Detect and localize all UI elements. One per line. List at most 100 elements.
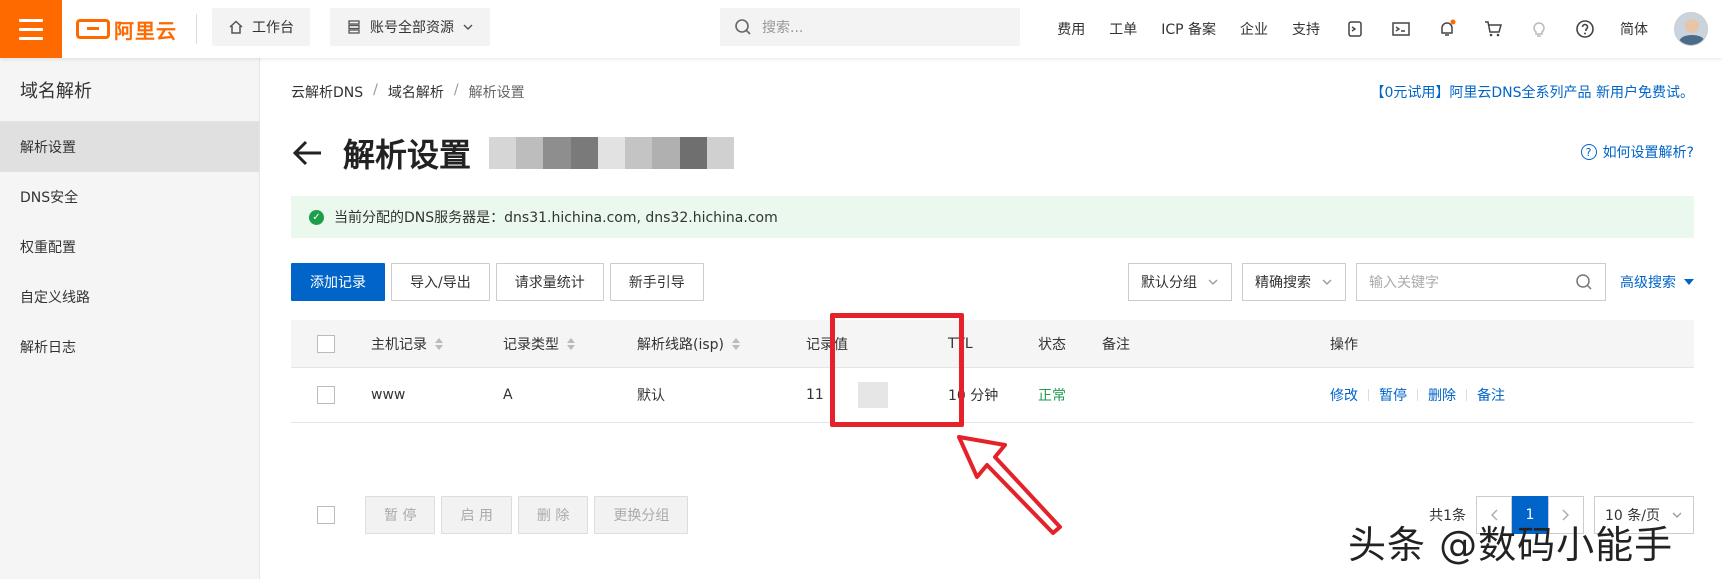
- batch-checkbox[interactable]: [317, 506, 335, 524]
- terminal-icon[interactable]: [1391, 19, 1411, 39]
- resources-label: 账号全部资源: [370, 20, 454, 36]
- search-mode-value: 精确搜索: [1255, 275, 1311, 291]
- request-stats-button[interactable]: 请求量统计: [495, 263, 604, 301]
- nav-link-icp[interactable]: ICP 备案: [1161, 19, 1216, 39]
- breadcrumb-separator: /: [373, 82, 378, 98]
- sidebar-item-dns-security[interactable]: DNS安全: [0, 172, 259, 222]
- nav-link-support[interactable]: 支持: [1292, 19, 1320, 39]
- advanced-search-toggle[interactable]: 高级搜索: [1620, 272, 1694, 292]
- search-icon[interactable]: [1575, 273, 1593, 291]
- divider: [196, 14, 197, 44]
- nav-link-tickets[interactable]: 工单: [1109, 19, 1137, 39]
- breadcrumb-current: 解析设置: [468, 85, 525, 101]
- top-right-menu: 费用 工单 ICP 备案 企业 支持 简体: [1045, 0, 1708, 58]
- question-icon: ?: [1580, 144, 1597, 160]
- notice-text: 当前分配的DNS服务器是：dns31.hichina.com, dns32.hi…: [334, 210, 778, 226]
- import-export-button[interactable]: 导入/导出: [391, 263, 490, 301]
- page-header: 解析设置: [291, 130, 734, 176]
- caret-down-icon: [1684, 279, 1694, 285]
- sort-icon[interactable]: [567, 337, 575, 350]
- search-mode-select[interactable]: 精确搜索: [1242, 263, 1346, 301]
- app-icon[interactable]: [1345, 19, 1365, 39]
- top-navbar: 阿里云 工作台 账号全部资源 搜索... 费用 工单 ICP 备案 企业 支持 …: [0, 0, 1722, 58]
- col-remark: 备注: [1102, 320, 1130, 367]
- lightbulb-icon[interactable]: [1529, 19, 1549, 39]
- sidebar-title: 域名解析: [0, 58, 259, 122]
- divider: [1417, 389, 1418, 401]
- sidebar: 域名解析 解析设置 DNS安全 权重配置 自定义线路 解析日志: [0, 58, 260, 579]
- remark-link[interactable]: 备注: [1477, 385, 1505, 405]
- sidebar-item-resolve-settings[interactable]: 解析设置: [0, 122, 259, 172]
- divider: [1368, 389, 1369, 401]
- type-cell: A: [503, 387, 513, 403]
- col-line[interactable]: 解析线路(isp): [637, 320, 740, 367]
- status-cell: 正常: [1038, 388, 1066, 404]
- table-header: 主机记录 记录类型 解析线路(isp) 记录值 TTL 状态 备注 操作: [291, 320, 1694, 368]
- logo-text: 阿里云: [114, 18, 177, 43]
- col-host[interactable]: 主机记录: [371, 320, 443, 367]
- global-search-input[interactable]: 搜索...: [720, 8, 1020, 46]
- host-cell: www: [371, 387, 406, 403]
- batch-enable-button[interactable]: 启 用: [441, 496, 512, 534]
- sidebar-item-resolve-log[interactable]: 解析日志: [0, 322, 259, 372]
- language-switch[interactable]: 简体: [1620, 19, 1648, 39]
- nav-link-enterprise[interactable]: 企业: [1240, 19, 1268, 39]
- breadcrumb-item[interactable]: 云解析DNS: [291, 82, 363, 102]
- back-arrow-icon[interactable]: [291, 136, 325, 170]
- help-link[interactable]: ? 如何设置解析?: [1580, 142, 1694, 162]
- sidebar-item-custom-line[interactable]: 自定义线路: [0, 272, 259, 322]
- nav-link-billing[interactable]: 费用: [1057, 19, 1085, 39]
- col-host-label: 主机记录: [371, 336, 427, 353]
- edit-link[interactable]: 修改: [1330, 385, 1358, 405]
- select-all-checkbox[interactable]: [317, 334, 335, 353]
- keyword-placeholder: 输入关键字: [1369, 275, 1439, 291]
- sidebar-item-weight-config[interactable]: 权重配置: [0, 222, 259, 272]
- sort-icon[interactable]: [732, 337, 740, 350]
- user-avatar[interactable]: [1674, 12, 1708, 46]
- batch-pause-button[interactable]: 暂 停: [365, 496, 436, 534]
- page-title: 解析设置: [343, 136, 472, 174]
- divider: [1466, 389, 1467, 401]
- batch-actions: 暂 停 启 用 删 除 更换分组: [365, 496, 689, 534]
- col-remark-label: 备注: [1102, 336, 1130, 353]
- dns-record-table: 主机记录 记录类型 解析线路(isp) 记录值 TTL 状态 备注 操作 www…: [291, 320, 1694, 423]
- workbench-button[interactable]: 工作台: [212, 8, 310, 46]
- chevron-down-icon: [1322, 279, 1332, 285]
- redacted-domain: [489, 137, 734, 169]
- row-select-cell: [317, 368, 335, 422]
- breadcrumb-item[interactable]: 域名解析: [388, 82, 444, 102]
- dns-server-notice: ✓ 当前分配的DNS服务器是：dns31.hichina.com, dns32.…: [291, 196, 1694, 238]
- annotation-arrow-icon: [957, 435, 1062, 535]
- line-cell: 默认: [637, 388, 665, 404]
- promo-link[interactable]: 【0元试用】阿里云DNS全系列产品 新用户免费试。: [1371, 82, 1695, 102]
- col-type[interactable]: 记录类型: [503, 320, 575, 367]
- record-toolbar: 添加记录 导入/导出 请求量统计 新手引导: [291, 263, 704, 301]
- chevron-down-icon: [463, 24, 473, 31]
- col-actions: 操作: [1330, 320, 1358, 367]
- keyword-input[interactable]: 输入关键字: [1356, 263, 1606, 301]
- add-record-button[interactable]: 添加记录: [291, 263, 385, 301]
- filter-tools: 默认分组 精确搜索 输入关键字 高级搜索: [1128, 263, 1694, 301]
- delete-link[interactable]: 删除: [1428, 385, 1456, 405]
- aliyun-logo[interactable]: 阿里云: [76, 14, 177, 44]
- hamburger-menu-icon[interactable]: [0, 0, 62, 58]
- cart-icon[interactable]: [1483, 19, 1503, 39]
- batch-delete-button[interactable]: 删 除: [517, 496, 589, 534]
- logo-mark-icon: [76, 19, 110, 39]
- batch-change-group-button[interactable]: 更换分组: [594, 496, 689, 534]
- workbench-label: 工作台: [252, 20, 294, 36]
- annotation-highlight-box: [830, 313, 964, 427]
- value-text: 11: [806, 387, 824, 403]
- chevron-down-icon: [1208, 279, 1218, 285]
- advanced-search-label: 高级搜索: [1620, 275, 1676, 291]
- pause-link[interactable]: 暂停: [1379, 385, 1407, 405]
- row-checkbox[interactable]: [317, 386, 335, 404]
- beginner-guide-button[interactable]: 新手引导: [609, 263, 704, 301]
- sort-icon[interactable]: [435, 337, 443, 350]
- help-icon[interactable]: [1575, 19, 1595, 39]
- breadcrumb: 云解析DNS / 域名解析 / 解析设置: [291, 82, 525, 102]
- group-select[interactable]: 默认分组: [1128, 263, 1232, 301]
- group-select-value: 默认分组: [1141, 275, 1197, 291]
- resources-dropdown[interactable]: 账号全部资源: [330, 8, 490, 46]
- bell-icon[interactable]: [1437, 19, 1457, 39]
